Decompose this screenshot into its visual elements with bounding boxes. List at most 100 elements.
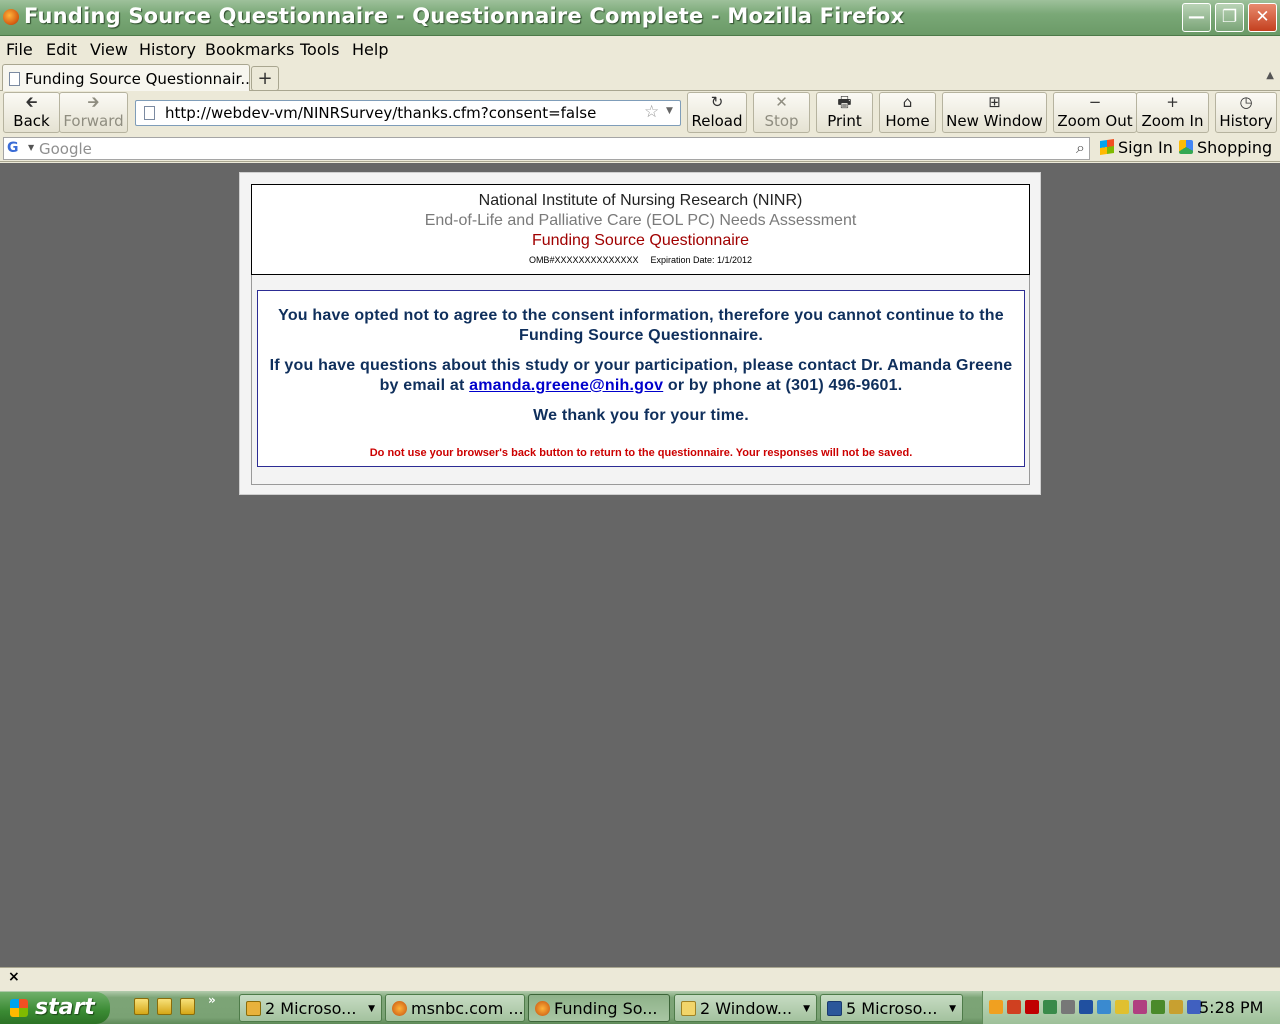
close-button[interactable]: ✕: [1248, 3, 1277, 32]
tray-icon[interactable]: [1115, 1000, 1129, 1014]
bookmark-star-icon[interactable]: ☆: [644, 102, 659, 122]
tray-icon[interactable]: [989, 1000, 1003, 1014]
tray-icon[interactable]: [1043, 1000, 1057, 1014]
tab-strip: Funding Source Questionnair... + ▲: [0, 63, 1280, 92]
menu-tools[interactable]: Tools: [300, 40, 339, 59]
firefox-icon: [535, 1001, 550, 1016]
volume-icon[interactable]: [1061, 1000, 1075, 1014]
org-title: National Institute of Nursing Research (…: [478, 192, 803, 209]
task-microsoft-group[interactable]: 2 Microso... ▼: [239, 994, 382, 1022]
stop-icon: ✕: [775, 93, 788, 111]
back-button[interactable]: 🡰 Back: [3, 92, 60, 133]
tray-icon[interactable]: [1007, 1000, 1021, 1014]
email-link[interactable]: amanda.greene@nih.gov: [469, 377, 663, 394]
security-icon[interactable]: [1169, 1000, 1183, 1014]
page-icon: [9, 72, 20, 86]
folder-icon: [681, 1001, 696, 1016]
back-button-warning: Do not use your browser's back button to…: [369, 447, 913, 459]
google-search-input[interactable]: G ▼ Google ⌕: [3, 137, 1090, 160]
word-icon: [827, 1001, 842, 1016]
title-bar: Funding Source Questionnaire - Questionn…: [0, 0, 1280, 36]
print-button[interactable]: 🖶 Print: [816, 92, 873, 133]
quick-launch-more-icon[interactable]: »: [208, 993, 216, 1007]
omb-number: OMB#XXXXXXXXXXXXXX: [528, 255, 639, 265]
stop-button[interactable]: ✕ Stop: [753, 92, 810, 133]
search-placeholder: Google: [39, 140, 92, 158]
menu-bar: File Edit View History Bookmarks Tools H…: [0, 36, 1280, 63]
menu-edit[interactable]: Edit: [46, 40, 77, 59]
history-button[interactable]: ◷ History: [1215, 92, 1277, 133]
windows-logo-icon: [10, 999, 28, 1017]
firefox-icon: [392, 1001, 407, 1016]
tray-icon[interactable]: [1133, 1000, 1147, 1014]
tab-list-arrow-icon[interactable]: ▲: [1266, 70, 1274, 81]
omb-line: OMB#XXXXXXXXXXXXXX Expiration Date: 1/1/2…: [252, 255, 1029, 265]
reload-button[interactable]: ↻ Reload: [687, 92, 747, 133]
clock-icon: ◷: [1239, 93, 1253, 111]
start-button[interactable]: start: [0, 992, 110, 1024]
minus-icon: −: [1088, 93, 1102, 111]
chevron-down-icon: ▼: [368, 1004, 375, 1014]
clock: 5:28 PM: [1199, 998, 1264, 1017]
sign-in-link[interactable]: Sign In: [1100, 138, 1173, 157]
status-bar: ×: [0, 967, 1280, 991]
url-text[interactable]: http://webdev-vm/NINRSurvey/thanks.cfm?c…: [165, 104, 596, 122]
shopping-link[interactable]: Shopping: [1179, 138, 1272, 157]
menu-history[interactable]: History: [139, 40, 196, 59]
printer-icon: 🖶: [837, 93, 852, 111]
tab-label: Funding Source Questionnair...: [25, 70, 255, 88]
task-funding-source[interactable]: Funding So...: [528, 994, 670, 1022]
new-tab-button[interactable]: +: [251, 66, 279, 91]
menu-file[interactable]: File: [6, 40, 33, 59]
url-bar[interactable]: http://webdev-vm/NINRSurvey/thanks.cfm?c…: [135, 100, 681, 126]
minimize-button[interactable]: —: [1182, 3, 1211, 32]
quick-launch-icon[interactable]: [134, 998, 149, 1015]
task-word-group[interactable]: 5 Microso... ▼: [820, 994, 963, 1022]
assessment-title: End-of-Life and Palliative Care (EOL PC)…: [424, 212, 857, 229]
restore-icon: ❐: [1221, 7, 1238, 27]
maximize-button[interactable]: ❐: [1215, 3, 1244, 32]
tray-icon[interactable]: [1151, 1000, 1165, 1014]
home-button[interactable]: ⌂ Home: [879, 92, 936, 133]
tray-icon[interactable]: [1079, 1000, 1093, 1014]
close-findbar-icon[interactable]: ×: [8, 969, 20, 985]
menu-view[interactable]: View: [90, 40, 128, 59]
thanks-message: We thank you for your time.: [533, 407, 749, 424]
new-window-button[interactable]: ⊞ New Window: [942, 92, 1047, 133]
page-container: National Institute of Nursing Research (…: [239, 172, 1041, 495]
url-dropdown-icon[interactable]: ▼: [666, 106, 673, 116]
quick-launch-icon[interactable]: [157, 998, 172, 1015]
task-msnbc[interactable]: msnbc.com ...: [385, 994, 525, 1022]
page-content: National Institute of Nursing Research (…: [0, 163, 1280, 967]
questionnaire-title: Funding Source Questionnaire: [531, 232, 750, 249]
firefox-icon: [3, 9, 19, 25]
tab-funding-source[interactable]: Funding Source Questionnair...: [2, 64, 255, 92]
task-windows-group[interactable]: 2 Window... ▼: [674, 994, 817, 1022]
home-icon: ⌂: [902, 93, 913, 111]
tray-icon[interactable]: [1025, 1000, 1039, 1014]
consent-message: You have opted not to agree to the conse…: [278, 307, 1004, 344]
search-engine-dropdown-icon[interactable]: ▼: [28, 143, 34, 152]
google-icon: G: [7, 140, 19, 156]
search-icon[interactable]: ⌕: [1076, 138, 1085, 158]
system-tray: 5:28 PM: [982, 991, 1280, 1024]
network-icon[interactable]: [1097, 1000, 1111, 1014]
back-arrow-icon: 🡰: [25, 93, 38, 111]
menu-help[interactable]: Help: [352, 40, 388, 59]
google-toolbar: G ▼ Google ⌕ Sign In Shopping: [0, 135, 1280, 162]
reload-icon: ↻: [710, 93, 724, 111]
quick-launch-icon[interactable]: [180, 998, 195, 1015]
page-icon: [144, 106, 155, 120]
contact-message: If you have questions about this study o…: [269, 357, 1013, 394]
chevron-down-icon: ▼: [803, 1004, 810, 1014]
zoom-in-button[interactable]: + Zoom In: [1136, 92, 1209, 133]
plus-icon: +: [1166, 93, 1179, 111]
shopping-icon: [1179, 140, 1193, 154]
zoom-out-button[interactable]: − Zoom Out: [1053, 92, 1137, 133]
menu-bookmarks[interactable]: Bookmarks: [205, 40, 294, 59]
windows-flag-icon: [1100, 139, 1114, 155]
close-icon: ✕: [1255, 7, 1270, 27]
forward-button[interactable]: 🡲 Forward: [59, 92, 128, 133]
page-header: National Institute of Nursing Research (…: [251, 184, 1030, 275]
message-area: You have opted not to agree to the conse…: [251, 275, 1030, 485]
